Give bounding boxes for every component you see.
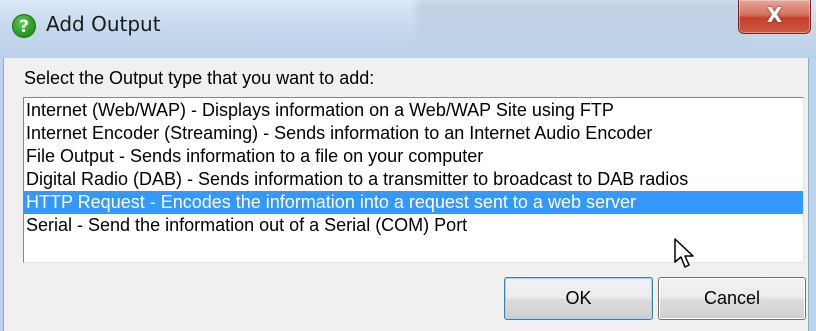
list-item-serial[interactable]: Serial - Send the information out of a S… — [24, 214, 803, 237]
list-item-http-request[interactable]: HTTP Request - Encodes the information i… — [24, 191, 803, 214]
list-item-internet-encoder[interactable]: Internet Encoder (Streaming) - Sends inf… — [24, 122, 803, 145]
add-output-dialog: ? Add Output X Select the Output type th… — [0, 0, 816, 331]
background-window-ghost — [416, 0, 746, 48]
cancel-button[interactable]: Cancel — [658, 277, 806, 320]
help-question-icon: ? — [12, 14, 36, 38]
close-button[interactable]: X — [738, 0, 811, 34]
list-item-internet-web-wap[interactable]: Internet (Web/WAP) - Displays informatio… — [24, 99, 803, 122]
close-icon: X — [766, 3, 783, 27]
dialog-body: Select the Output type that you want to … — [3, 58, 809, 331]
title-bar[interactable]: ? Add Output X — [0, 0, 816, 58]
ok-button[interactable]: OK — [504, 277, 653, 320]
output-type-prompt: Select the Output type that you want to … — [24, 68, 375, 88]
window-title: Add Output — [46, 12, 161, 36]
mouse-pointer-icon — [674, 238, 694, 268]
list-item-file-output[interactable]: File Output - Sends information to a fil… — [24, 145, 803, 168]
list-item-digital-radio-dab[interactable]: Digital Radio (DAB) - Sends information … — [24, 168, 803, 191]
